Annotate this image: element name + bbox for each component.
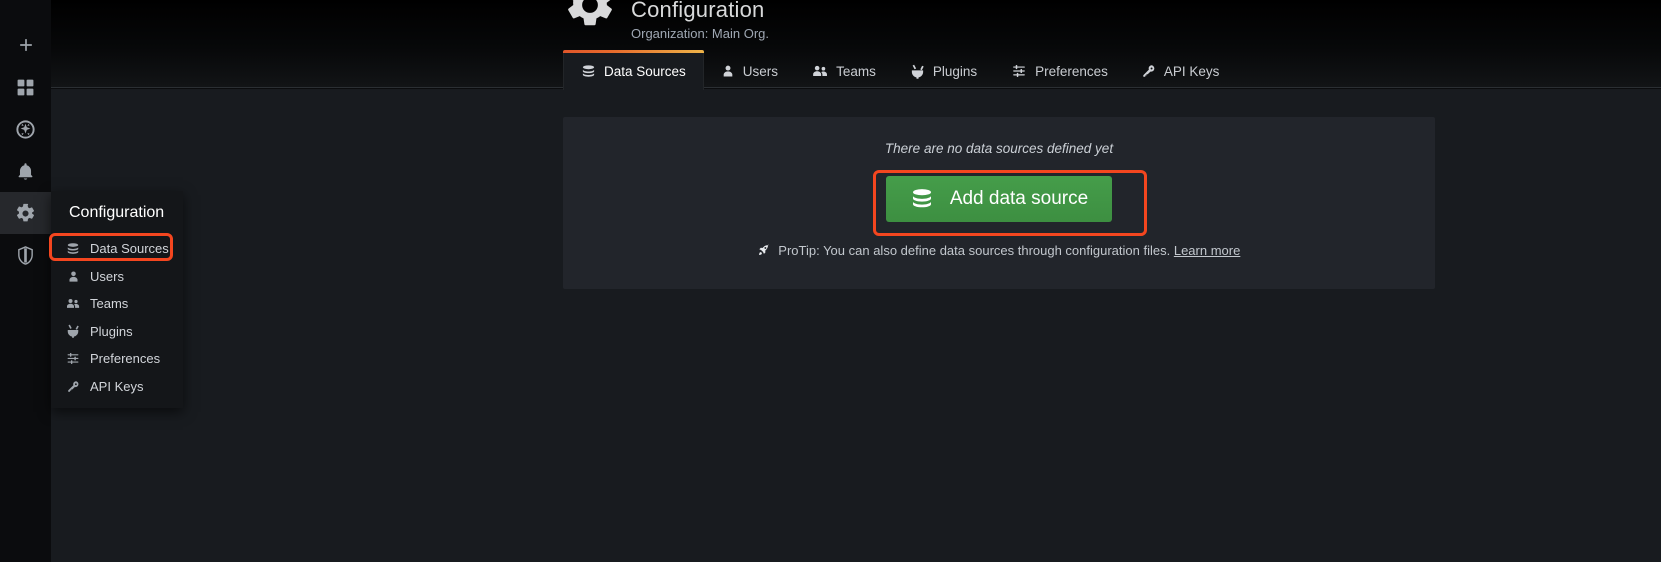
sidebar-item-server-admin[interactable] bbox=[0, 234, 51, 276]
tab-label: Preferences bbox=[1035, 63, 1108, 79]
tab-preferences[interactable]: Preferences bbox=[994, 52, 1125, 90]
create-add-icon bbox=[16, 35, 36, 55]
alerting-bell-icon bbox=[16, 162, 35, 181]
add-data-source-button[interactable]: Add data source bbox=[885, 176, 1113, 222]
tab-users[interactable]: Users bbox=[704, 52, 795, 90]
tab-label: Teams bbox=[836, 63, 876, 79]
menu-item-label: Plugins bbox=[90, 323, 133, 339]
dashboards-icon bbox=[16, 78, 35, 97]
sidebar-item-create[interactable] bbox=[0, 24, 51, 66]
users-icon bbox=[812, 64, 828, 78]
empty-state-message: There are no data sources defined yet bbox=[884, 141, 1114, 156]
tab-label: Users bbox=[742, 63, 779, 79]
menu-item-label: Preferences bbox=[90, 351, 161, 367]
data-sources-empty-panel: There are no data sources defined yet Ad… bbox=[563, 117, 1435, 289]
sidebar-item-configuration[interactable] bbox=[0, 192, 51, 234]
menu-item-data-sources[interactable]: Data Sources bbox=[51, 235, 183, 263]
explore-compass-icon bbox=[15, 119, 36, 140]
sidebar-item-dashboards[interactable] bbox=[0, 66, 51, 108]
tab-label: Data Sources bbox=[604, 63, 686, 79]
tab-teams[interactable]: Teams bbox=[795, 52, 893, 90]
key-icon bbox=[1142, 64, 1156, 78]
menu-item-users[interactable]: Users bbox=[51, 263, 183, 291]
menu-item-label: Users bbox=[90, 268, 124, 284]
users-icon bbox=[66, 297, 80, 310]
key-icon bbox=[66, 380, 80, 393]
protip-message: ProTip: You can also define data sources… bbox=[778, 243, 1171, 258]
gear-icon bbox=[563, 0, 617, 32]
page-header-text: Configuration Organization: Main Org. bbox=[631, 0, 769, 41]
sidebar-item-alerting[interactable] bbox=[0, 150, 51, 192]
menu-item-preferences[interactable]: Preferences bbox=[51, 345, 183, 373]
add-data-source-button-label: Add data source bbox=[949, 188, 1089, 209]
settings-tab-bar: Data Sources Users Teams Plugins Prefere… bbox=[563, 50, 1237, 90]
grafana-configuration-page: Configuration Organization: Main Org. Da… bbox=[0, 0, 1661, 562]
tab-label: Plugins bbox=[932, 63, 978, 79]
database-icon bbox=[581, 64, 596, 79]
menu-item-label: Teams bbox=[90, 296, 129, 312]
menu-item-label: API Keys bbox=[90, 378, 144, 394]
server-admin-shield-icon bbox=[15, 245, 36, 266]
user-icon bbox=[66, 270, 80, 283]
protip-text: ProTip: You can also define data sources… bbox=[563, 243, 1435, 258]
configuration-dropdown-menu: Configuration Data Sources Users Teams P… bbox=[51, 191, 183, 408]
tab-data-sources[interactable]: Data Sources bbox=[563, 50, 704, 90]
menu-item-plugins[interactable]: Plugins bbox=[51, 318, 183, 346]
menu-item-teams[interactable]: Teams bbox=[51, 290, 183, 318]
rocket-icon bbox=[758, 243, 770, 258]
tab-label: API Keys bbox=[1163, 63, 1220, 79]
plugin-icon bbox=[66, 324, 80, 339]
learn-more-link[interactable]: Learn more bbox=[1174, 243, 1240, 258]
configuration-gear-icon bbox=[15, 203, 36, 224]
menu-item-api-keys[interactable]: API Keys bbox=[51, 373, 183, 401]
dropdown-title: Configuration bbox=[69, 204, 165, 221]
plugin-icon bbox=[910, 64, 925, 79]
database-icon bbox=[66, 242, 80, 256]
user-icon bbox=[721, 64, 735, 78]
sidebar-nav-rail bbox=[0, 0, 51, 562]
add-data-source-button-wrapper: Add data source bbox=[563, 176, 1435, 222]
sidebar-item-explore[interactable] bbox=[0, 108, 51, 150]
organization-label: Organization: Main Org. bbox=[631, 26, 770, 42]
tab-api-keys[interactable]: API Keys bbox=[1125, 52, 1237, 90]
database-icon bbox=[910, 187, 934, 211]
sliders-icon bbox=[66, 352, 80, 365]
page-header-content: Configuration Organization: Main Org. bbox=[563, 0, 769, 41]
menu-item-label: Data Sources bbox=[90, 241, 169, 257]
tab-plugins[interactable]: Plugins bbox=[893, 52, 994, 90]
sliders-icon bbox=[1011, 64, 1027, 78]
page-title: Configuration bbox=[631, 0, 765, 22]
